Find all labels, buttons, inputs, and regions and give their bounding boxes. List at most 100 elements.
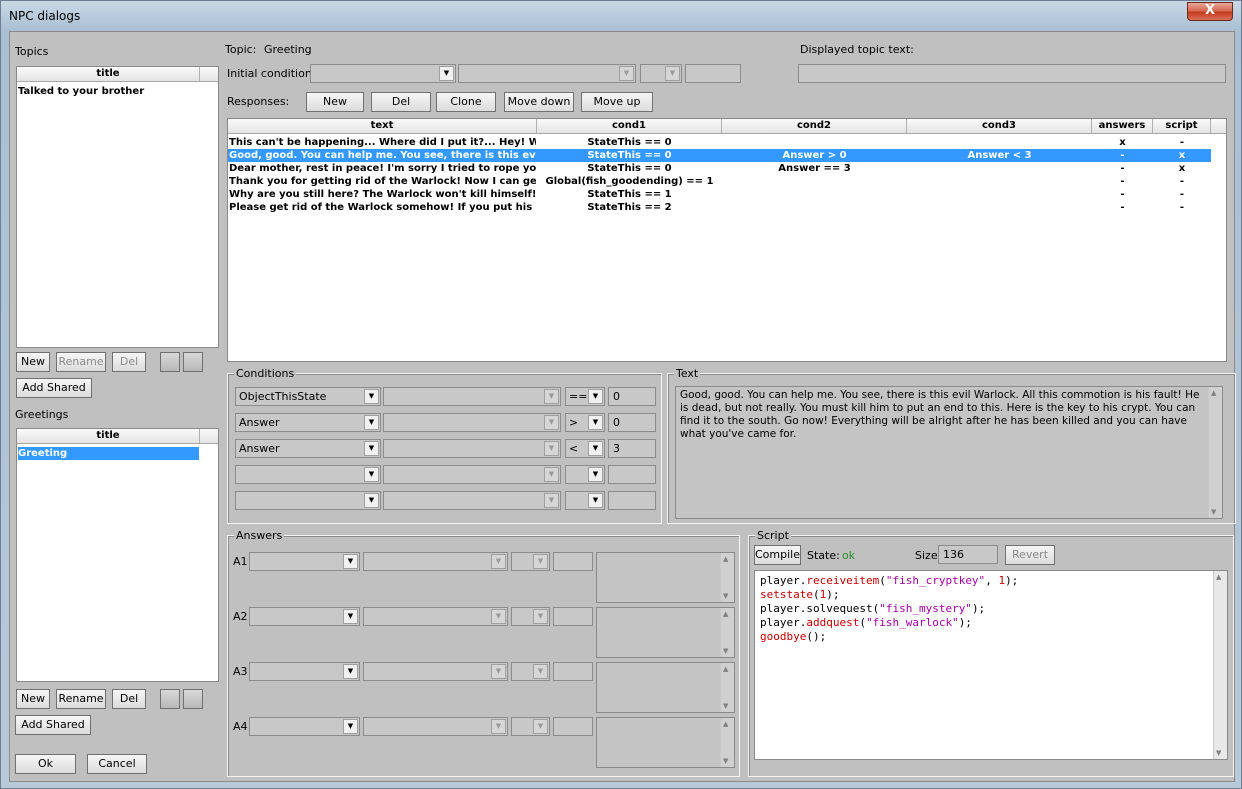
condition-param-combo[interactable]: ▼ [383,387,561,406]
answer-text-area[interactable]: ▲ ▼ [596,607,735,658]
condition-type-combo[interactable]: ▼ [235,491,381,510]
topics-list[interactable]: title Talked to your brother [16,66,219,348]
greetings-title-column[interactable]: title [17,429,200,443]
condition-type-combo[interactable]: Answer ▼ [235,413,381,432]
greeting-add-shared-button[interactable]: Add Shared [15,715,91,735]
answer-condition-type-combo[interactable]: ▼ [249,717,360,736]
response-text-area[interactable]: Good, good. You can help me. You see, th… [675,386,1223,519]
condition-type-combo[interactable]: ▼ [235,465,381,484]
condition-param-combo[interactable]: ▼ [383,439,561,458]
script-editor[interactable]: player.receiveitem("fish_cryptkey", 1); s… [754,570,1228,760]
response-row[interactable]: This can't be happening... Where did I p… [228,136,1211,149]
greetings-list[interactable]: title Greeting [16,428,219,682]
answer-condition-param-combo[interactable]: ▼ [363,607,508,626]
topic-move-up-icon[interactable] [160,352,180,372]
scroll-down-icon[interactable]: ▼ [1211,508,1216,516]
scroll-down-icon[interactable]: ▼ [723,702,728,710]
scroll-up-icon[interactable]: ▲ [723,665,728,673]
scroll-up-icon[interactable]: ▲ [723,720,728,728]
greeting-rename-button[interactable]: Rename [56,689,106,709]
answer-condition-type-combo[interactable]: ▼ [249,662,360,681]
column-cond3[interactable]: cond3 [907,119,1092,133]
condition-value-field[interactable]: 0 [608,387,656,406]
topic-rename-button[interactable]: Rename [56,352,106,372]
greeting-del-button[interactable]: Del [112,689,146,709]
response-row[interactable]: Please get rid of the Warlock somehow! I… [228,201,1211,214]
scroll-up-icon[interactable]: ▲ [1216,573,1221,581]
topics-title-column[interactable]: title [17,67,200,81]
condition-value-field[interactable]: 3 [608,439,656,458]
response-clone-button[interactable]: Clone [436,92,496,112]
response-row[interactable]: Good, good. You can help me. You see, th… [228,149,1211,162]
answer-condition-value-field[interactable] [553,552,593,571]
answer-condition-op-combo[interactable]: ▼ [511,607,550,626]
initial-condition-param-combo[interactable]: ▼ [458,64,636,83]
condition-param-combo[interactable]: ▼ [383,413,561,432]
answer-condition-param-combo[interactable]: ▼ [363,717,508,736]
text-scrollbar[interactable]: ▲ ▼ [1208,387,1222,518]
condition-type-combo[interactable]: ObjectThisState ▼ [235,387,381,406]
response-del-button[interactable]: Del [371,92,431,112]
scroll-down-icon[interactable]: ▼ [723,647,728,655]
response-move-up-button[interactable]: Move up [581,92,653,112]
answer-condition-op-combo[interactable]: ▼ [511,552,550,571]
greeting-move-down-icon[interactable] [183,689,203,709]
scroll-down-icon[interactable]: ▼ [723,757,728,765]
answer-condition-param-combo[interactable]: ▼ [363,662,508,681]
condition-op-combo[interactable]: == ▼ [565,387,605,406]
topic-move-down-icon[interactable] [183,352,203,372]
condition-type-combo[interactable]: Answer ▼ [235,439,381,458]
topic-del-button[interactable]: Del [112,352,146,372]
answer-condition-value-field[interactable] [553,662,593,681]
condition-value-field[interactable] [608,491,656,510]
responses-table[interactable]: text cond1 cond2 cond3 answers script Th… [227,118,1227,362]
topic-new-button[interactable]: New [16,352,50,372]
scroll-down-icon[interactable]: ▼ [723,592,728,600]
topic-add-shared-button[interactable]: Add Shared [16,378,92,398]
compile-button[interactable]: Compile [754,545,801,565]
answer-condition-value-field[interactable] [553,717,593,736]
answer-condition-type-combo[interactable]: ▼ [249,607,360,626]
scroll-down-icon[interactable]: ▼ [1216,749,1221,757]
revert-button[interactable]: Revert [1005,545,1055,565]
answer-scrollbar[interactable]: ▲ ▼ [720,553,734,602]
greeting-item[interactable]: Greeting [18,447,199,460]
initial-condition-op-combo[interactable]: ▼ [640,64,682,83]
condition-op-combo[interactable]: ▼ [565,491,605,510]
column-answers[interactable]: answers [1092,119,1153,133]
condition-op-combo[interactable]: ▼ [565,465,605,484]
answer-condition-type-combo[interactable]: ▼ [249,552,360,571]
condition-param-combo[interactable]: ▼ [383,465,561,484]
close-button[interactable]: X [1187,2,1233,21]
column-script[interactable]: script [1153,119,1211,133]
scroll-up-icon[interactable]: ▲ [723,555,728,563]
condition-value-field[interactable]: 0 [608,413,656,432]
condition-op-combo[interactable]: > ▼ [565,413,605,432]
column-text[interactable]: text [228,119,537,133]
condition-value-field[interactable] [608,465,656,484]
answer-text-area[interactable]: ▲ ▼ [596,662,735,713]
cancel-button[interactable]: Cancel [87,754,147,774]
answer-condition-op-combo[interactable]: ▼ [511,662,550,681]
topic-item[interactable]: Talked to your brother [18,85,198,98]
condition-op-combo[interactable]: < ▼ [565,439,605,458]
greeting-new-button[interactable]: New [16,689,50,709]
initial-condition-value-field[interactable] [685,64,741,83]
answer-scrollbar[interactable]: ▲ ▼ [720,663,734,712]
column-cond1[interactable]: cond1 [537,119,722,133]
scroll-up-icon[interactable]: ▲ [723,610,728,618]
response-row[interactable]: Why are you still here? The Warlock won'… [228,188,1211,201]
response-move-down-button[interactable]: Move down [504,92,574,112]
answer-condition-op-combo[interactable]: ▼ [511,717,550,736]
answer-text-area[interactable]: ▲ ▼ [596,717,735,768]
answer-scrollbar[interactable]: ▲ ▼ [720,718,734,767]
answer-scrollbar[interactable]: ▲ ▼ [720,608,734,657]
scroll-up-icon[interactable]: ▲ [1211,389,1216,397]
answer-condition-param-combo[interactable]: ▼ [363,552,508,571]
answer-text-area[interactable]: ▲ ▼ [596,552,735,603]
greeting-move-up-icon[interactable] [160,689,180,709]
column-cond2[interactable]: cond2 [722,119,907,133]
response-row[interactable]: Thank you for getting rid of the Warlock… [228,175,1211,188]
ok-button[interactable]: Ok [15,754,76,774]
answer-condition-value-field[interactable] [553,607,593,626]
